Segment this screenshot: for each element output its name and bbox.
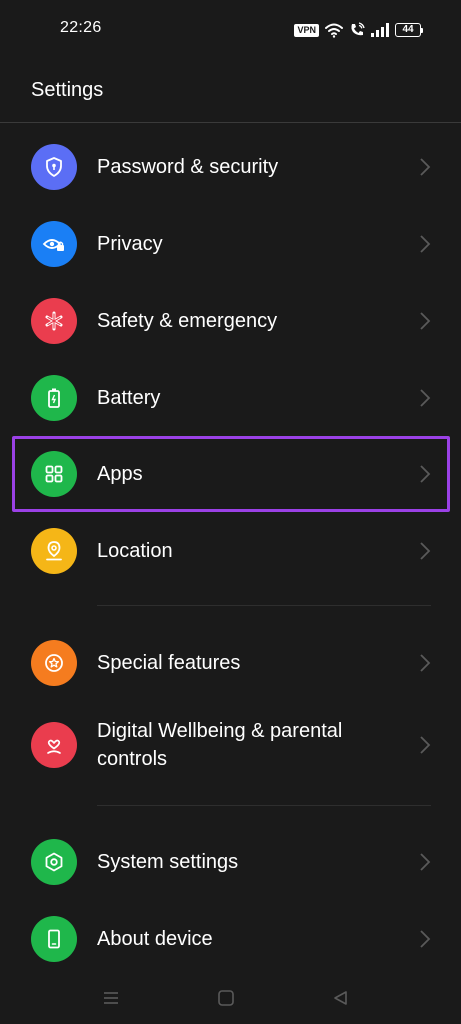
settings-item-label: Safety & emergency <box>97 310 278 332</box>
settings-item-password-security[interactable]: Password & security <box>0 132 461 202</box>
section-divider <box>97 805 431 806</box>
status-bar: 22:26 VPN 44 <box>0 0 461 58</box>
recent-apps-button[interactable] <box>99 986 123 1010</box>
status-time: 22:26 <box>60 19 102 36</box>
triangle-back-icon <box>334 991 347 1005</box>
settings-item-battery[interactable]: Battery <box>0 363 461 433</box>
title-divider <box>0 122 461 123</box>
chevron-right-icon <box>420 312 431 330</box>
battery-tip <box>421 27 423 33</box>
shield-lock-icon <box>31 144 77 190</box>
settings-item-location[interactable]: Location <box>0 516 461 586</box>
settings-item-safety-emergency[interactable]: Safety & emergency <box>0 286 461 356</box>
asterisk-icon <box>31 298 77 344</box>
page-title: Settings <box>31 79 104 101</box>
eye-lock-icon <box>31 221 77 267</box>
chevron-right-icon <box>420 389 431 407</box>
settings-item-label: Location <box>97 540 173 562</box>
chevron-right-icon <box>420 465 431 483</box>
phone-icon <box>31 916 77 962</box>
battery-status-icon: 44 <box>395 23 423 37</box>
settings-item-system-settings[interactable]: System settings <box>0 827 461 897</box>
navigation-bar <box>0 972 461 1024</box>
hexagon-gear-icon <box>31 839 77 885</box>
home-button[interactable] <box>214 986 238 1010</box>
chevron-right-icon <box>420 736 431 754</box>
section-divider <box>97 605 431 606</box>
settings-item-label: Digital Wellbeing & parental controls <box>97 720 343 770</box>
menu-lines-icon <box>104 992 118 1004</box>
grid-icon <box>31 451 77 497</box>
settings-item-label: Privacy <box>97 233 163 255</box>
settings-item-label: About device <box>97 928 213 950</box>
settings-item-label: Password & security <box>97 156 279 178</box>
chevron-right-icon <box>420 930 431 948</box>
settings-item-label: System settings <box>97 851 239 873</box>
settings-item-apps[interactable]: Apps <box>0 439 461 509</box>
settings-item-special-features[interactable]: Special features <box>0 628 461 698</box>
battery-icon <box>31 375 77 421</box>
settings-item-label: Apps <box>97 463 143 485</box>
chevron-right-icon <box>420 853 431 871</box>
settings-item-about-device[interactable]: About device <box>0 904 461 974</box>
chevron-right-icon <box>420 654 431 672</box>
settings-item-digital-wellbeing[interactable]: Digital Wellbeing & parental controls <box>0 705 461 785</box>
square-icon <box>218 990 234 1006</box>
back-button[interactable] <box>329 986 353 1010</box>
settings-item-label: Special features <box>97 652 241 674</box>
chevron-right-icon <box>420 542 431 560</box>
heart-person-icon <box>31 722 77 768</box>
settings-item-privacy[interactable]: Privacy <box>0 209 461 279</box>
star-icon <box>31 640 77 686</box>
vpn-icon: VPN <box>294 23 319 37</box>
wifi-icon <box>325 23 343 38</box>
status-icons: VPN 44 <box>294 20 423 40</box>
chevron-right-icon <box>420 235 431 253</box>
wifi-calling-icon <box>351 22 365 36</box>
settings-item-label: Battery <box>97 387 161 409</box>
battery-level: 44 <box>395 23 421 37</box>
signal-icon <box>371 23 389 37</box>
location-pin-icon <box>31 528 77 574</box>
chevron-right-icon <box>420 158 431 176</box>
